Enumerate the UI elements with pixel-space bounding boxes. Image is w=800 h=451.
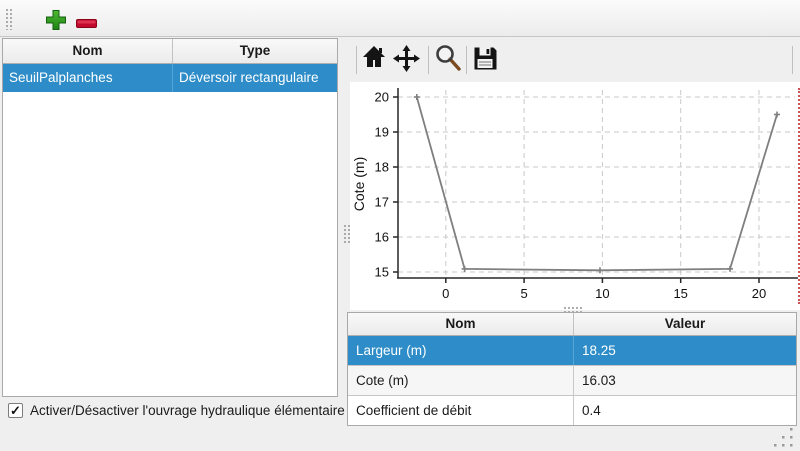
zoom-magnifier-icon [434,61,463,76]
toolbar-separator [792,46,793,74]
cross-section-chart[interactable]: 0 5 10 15 20 15 16 17 18 19 20 Cote (m) [350,82,800,310]
svg-text:18: 18 [375,160,389,175]
svg-text:15: 15 [375,265,389,280]
checkbox-label: Activer/Désactiver l'ouvrage hydraulique… [30,403,345,418]
plot-zoom-button[interactable] [434,43,463,76]
structures-table: Nom Type SeuilPalplanches Déversoir rect… [2,38,338,397]
plot-pan-button[interactable] [393,45,420,75]
window-resize-grip[interactable] [764,426,796,448]
svg-text:20: 20 [375,90,389,105]
param-name-cell[interactable]: Cote (m) [348,366,574,395]
svg-text:16: 16 [375,230,389,245]
column-header-type[interactable]: Type [173,39,337,63]
plot-home-button[interactable] [362,44,386,73]
param-name-cell[interactable]: Largeur (m) [348,336,574,365]
param-value-cell[interactable]: 18.25 [574,336,796,365]
svg-text:17: 17 [375,195,389,210]
param-value-cell[interactable]: 0.4 [574,396,796,425]
svg-text:5: 5 [520,286,527,301]
toolbar-separator [428,46,429,74]
chart-canvas[interactable]: 0 5 10 15 20 15 16 17 18 19 20 Cote (m) [350,86,800,310]
home-icon [362,58,386,73]
main-toolbar [0,0,800,37]
table-row[interactable]: Largeur (m) 18.25 [348,336,796,366]
column-header-valeur[interactable]: Valeur [574,313,796,335]
table-row[interactable]: Coefficient de débit 0.4 [348,396,796,425]
svg-text:Cote (m): Cote (m) [351,157,367,211]
save-floppy-icon [473,59,498,74]
svg-text:15: 15 [673,286,687,301]
plus-icon [45,19,67,34]
structure-name-cell[interactable]: SeuilPalplanches [3,64,173,92]
parameters-table-header: Nom Valeur [348,313,796,336]
activate-structure-checkbox-row[interactable]: ✓ Activer/Désactiver l'ouvrage hydrauliq… [8,403,345,418]
table-row[interactable]: Cote (m) 16.03 [348,366,796,396]
structure-type-cell[interactable]: Déversoir rectangulaire [173,64,337,92]
remove-structure-button[interactable] [76,16,97,25]
minus-icon [76,16,97,31]
toolbar-drag-handle[interactable] [5,8,12,30]
column-header-nom[interactable]: Nom [3,39,173,63]
table-row[interactable]: SeuilPalplanches Déversoir rectangulaire [3,64,337,92]
toolbar-separator [466,46,467,74]
svg-text:19: 19 [375,125,389,140]
panel-splitter-handle[interactable] [343,224,350,244]
checkbox[interactable]: ✓ [8,403,23,418]
param-name-cell[interactable]: Coefficient de débit [348,396,574,425]
svg-text:10: 10 [595,286,609,301]
plot-save-button[interactable] [473,46,498,74]
add-structure-button[interactable] [45,9,67,31]
param-value-cell[interactable]: 16.03 [574,366,796,395]
svg-text:20: 20 [752,286,766,301]
column-header-nom[interactable]: Nom [348,313,574,335]
svg-text:0: 0 [442,286,449,301]
pan-arrows-icon [393,60,420,75]
hydraulic-structure-editor-window: { "colors": { "selection_blue": "#2e8dc8… [0,0,800,450]
structures-table-header: Nom Type [3,39,337,64]
toolbar-separator [356,46,357,74]
parameters-table: Nom Valeur Largeur (m) 18.25 Cote (m) 16… [347,312,797,426]
